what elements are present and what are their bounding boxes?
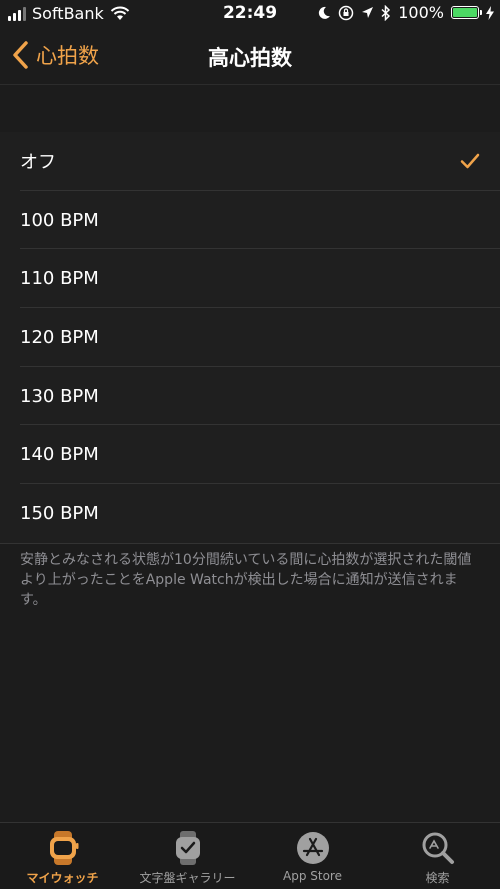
option-label: 100 BPM <box>20 209 99 231</box>
status-right: 100% <box>318 3 494 22</box>
option-140-bpm[interactable]: 140 BPM <box>0 425 500 485</box>
battery-percent: 100% <box>398 3 444 22</box>
nav-bar: 心拍数 高心拍数 <box>0 28 500 85</box>
footnote-text: 安静とみなされる状態が10分間続いている間に心拍数が選択された閾値より上がったこ… <box>20 552 472 608</box>
option-label: 140 BPM <box>20 444 99 466</box>
threshold-list: オフ 100 BPM 110 BPM 120 BPM 130 BPM 140 B… <box>0 132 500 544</box>
section-gap <box>0 86 500 133</box>
status-bar: SoftBank 22:49 100% <box>0 0 500 28</box>
app-store-icon <box>296 832 329 864</box>
option-150-bpm[interactable]: 150 BPM <box>0 484 500 543</box>
charging-icon <box>486 5 494 20</box>
page-title: 高心拍数 <box>208 46 292 70</box>
option-label: 110 BPM <box>20 268 99 290</box>
option-110-bpm[interactable]: 110 BPM <box>0 249 500 309</box>
option-label: 120 BPM <box>20 326 99 348</box>
option-100-bpm[interactable]: 100 BPM <box>0 191 500 250</box>
option-label: 130 BPM <box>20 385 99 407</box>
tab-label: App Store <box>283 869 342 883</box>
tab-my-watch[interactable]: マイウォッチ <box>0 823 125 889</box>
tab-label: 文字盤ギャラリー <box>139 871 236 885</box>
tab-search[interactable]: 検索 <box>375 823 500 889</box>
my-watch-icon <box>49 831 78 865</box>
tab-face-gallery[interactable]: 文字盤ギャラリー <box>125 823 250 889</box>
bluetooth-icon <box>381 4 391 21</box>
tab-label: 検索 <box>425 871 450 885</box>
orientation-lock-icon <box>339 5 354 20</box>
app-root: SoftBank 22:49 100% 心拍数 高心拍数 オフ 100 BPM … <box>0 0 500 889</box>
face-gallery-icon <box>175 831 200 865</box>
option-label: オフ <box>20 152 56 174</box>
battery-icon <box>451 6 482 19</box>
search-icon <box>422 832 454 864</box>
checkmark-icon <box>460 154 480 169</box>
location-icon <box>362 7 374 18</box>
battery-fill <box>453 8 477 17</box>
option-130-bpm[interactable]: 130 BPM <box>0 367 500 426</box>
moon-icon <box>319 6 331 19</box>
option-label: 150 BPM <box>20 502 99 524</box>
tab-label: マイウォッチ <box>26 871 99 885</box>
option-120-bpm[interactable]: 120 BPM <box>0 308 500 367</box>
tab-bar: マイウォッチ 文字盤ギャラリー App Store 検索 <box>0 822 500 889</box>
option-off[interactable]: オフ <box>0 132 500 191</box>
tab-app-store[interactable]: App Store <box>250 823 375 889</box>
